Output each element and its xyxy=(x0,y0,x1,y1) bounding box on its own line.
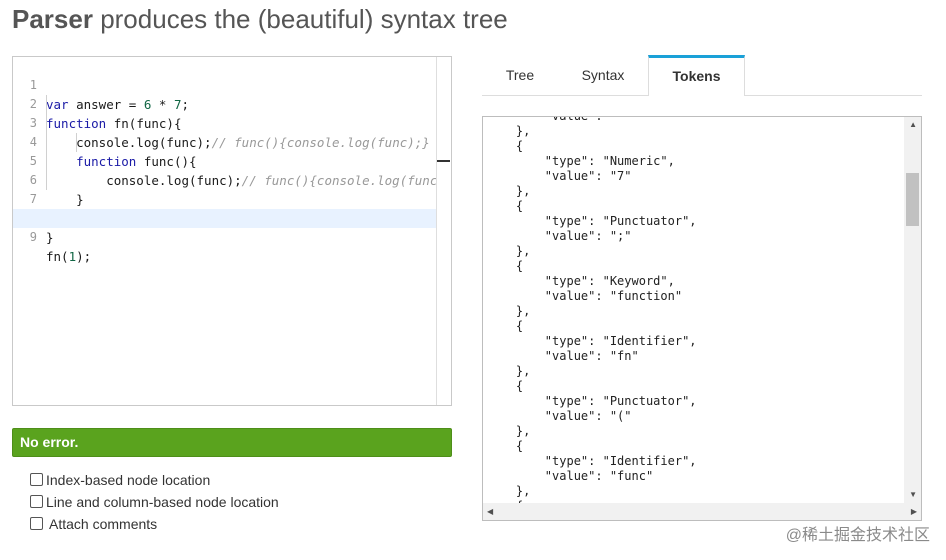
editor-scroll-marker xyxy=(437,160,450,162)
token-json-line: }, xyxy=(487,244,531,258)
token-json-line: { xyxy=(487,139,524,153)
option-label: Line and column-based node location xyxy=(46,494,279,510)
tab-tree[interactable]: Tree xyxy=(490,55,550,96)
option-label: Index-based node location xyxy=(46,472,211,488)
token-json-line: "value": "func" xyxy=(487,469,654,483)
code-line[interactable]: 2 function fn(func){ xyxy=(13,76,437,131)
token-json-line: "value": "function" xyxy=(487,289,683,303)
output-horizontal-scrollbar[interactable]: ◀ ▶ xyxy=(483,503,921,520)
token-json-line: { xyxy=(487,199,524,213)
scroll-down-icon[interactable]: ▼ xyxy=(909,491,917,499)
token-json-line: "value": ";" xyxy=(487,229,632,243)
code-line[interactable]: 4 function func(){ xyxy=(13,114,437,169)
code-editor[interactable]: 1 var answer = 6 * 7; 2 function fn(func… xyxy=(12,56,452,406)
code-line[interactable]: 1 var answer = 6 * 7; xyxy=(13,57,437,112)
token-json-line: { xyxy=(487,259,524,273)
token-json-line: "type": "Punctuator", xyxy=(487,394,697,408)
scroll-right-icon[interactable]: ▶ xyxy=(911,508,917,516)
token-json-line: }, xyxy=(487,184,531,198)
token-json-line: "type": "Keyword", xyxy=(487,274,675,288)
scroll-up-icon[interactable]: ▲ xyxy=(909,121,917,129)
output-vertical-scrollbar[interactable]: ▲ ▼ xyxy=(904,117,921,504)
line-number: 9 xyxy=(29,230,37,244)
index-location-checkbox[interactable] xyxy=(30,473,43,486)
token-json-line: "type": "Numeric", xyxy=(487,154,675,168)
token-json-line: { xyxy=(487,319,524,333)
page-title: Parser produces the (beautiful) syntax t… xyxy=(12,4,508,34)
token-json-line: { xyxy=(487,379,524,393)
tab-tokens[interactable]: Tokens xyxy=(648,55,745,96)
token-json-line: }, xyxy=(487,364,531,378)
editor-scrollbar[interactable] xyxy=(436,57,451,405)
option-label: Attach comments xyxy=(49,516,158,532)
watermark: @稀土掘金技术社区 xyxy=(785,527,930,544)
token-json-line: "type": "Identifier", xyxy=(487,454,697,468)
attach-comments-checkbox[interactable] xyxy=(30,517,43,530)
code-line-active[interactable]: 9 fn(1); xyxy=(13,209,437,264)
token-json-line: }, xyxy=(487,484,531,498)
code-line[interactable]: 6 } xyxy=(13,152,437,207)
token-json-line: }, xyxy=(487,124,531,138)
token-json-line: "value": xyxy=(487,116,610,123)
tokens-output-panel[interactable]: "value": }, { "type": "Numeric", "value"… xyxy=(482,116,922,521)
scroll-thumb[interactable] xyxy=(906,173,919,226)
token-json-line: "value": "fn" xyxy=(487,349,639,363)
indent-guide xyxy=(46,95,47,190)
indent-guide xyxy=(76,133,77,152)
tab-syntax[interactable]: Syntax xyxy=(565,55,641,96)
code-line[interactable]: 8 } xyxy=(13,190,437,245)
token-json-line: }, xyxy=(487,424,531,438)
status-badge: No error. xyxy=(12,428,452,457)
scroll-left-icon[interactable]: ◀ xyxy=(487,508,493,516)
token-json-line: }, xyxy=(487,304,531,318)
code-line[interactable]: 3 console.log(func);// func(){console.lo… xyxy=(13,95,437,150)
token-json-line: "type": "Identifier", xyxy=(487,334,697,348)
code-text: fn(1); xyxy=(46,249,92,264)
token-json-line: { xyxy=(487,439,524,453)
line-column-location-checkbox[interactable] xyxy=(30,495,43,508)
code-line[interactable]: 7 func(); xyxy=(13,171,437,226)
token-json-line: "value": "(" xyxy=(487,409,632,423)
code-text: } xyxy=(46,230,54,245)
token-json-line: "value": "7" xyxy=(487,169,632,183)
token-json-line: "type": "Punctuator", xyxy=(487,214,697,228)
